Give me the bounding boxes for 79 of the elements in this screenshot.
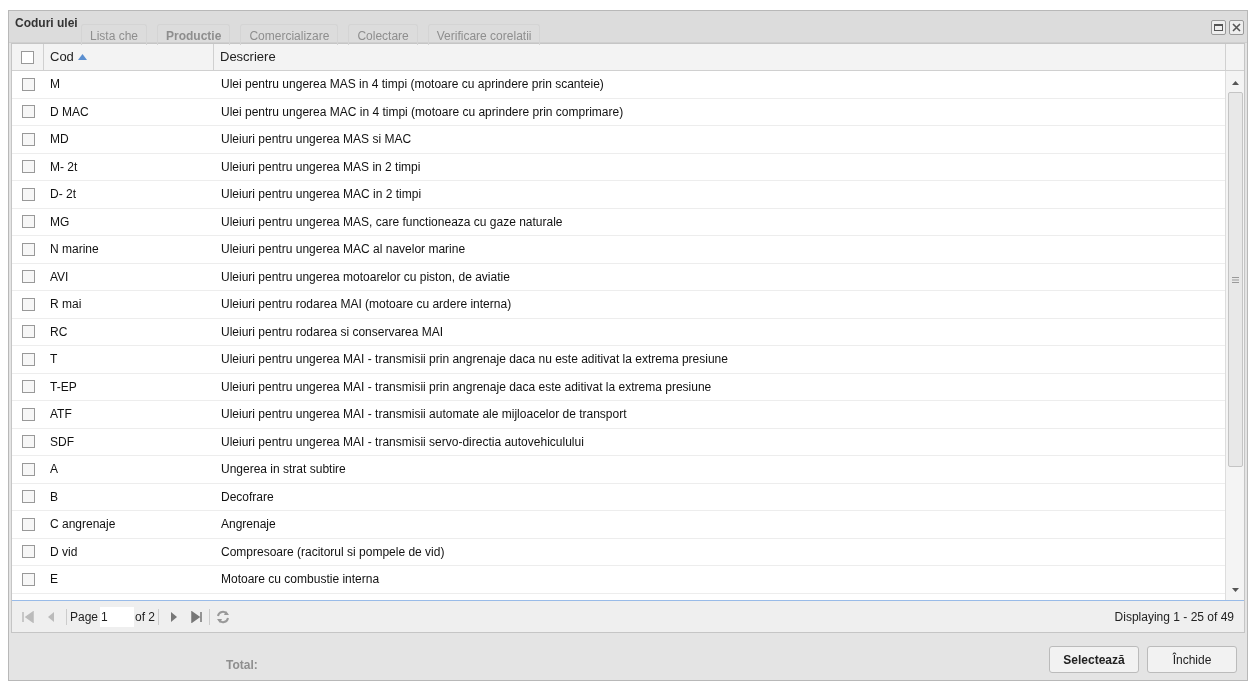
row-checkbox[interactable]: [21, 132, 35, 146]
code-cell-text: D vid: [49, 543, 79, 561]
select-button[interactable]: Selectează: [1049, 646, 1139, 673]
description-cell-text: Uleiuri pentru ungerea MAI - transmisii automate ale mijloacelor de transport: [220, 406, 628, 424]
code-cell-text: D MAC: [49, 103, 90, 121]
row-checkbox[interactable]: [21, 325, 35, 339]
row-checkbox[interactable]: [21, 77, 35, 91]
description-cell-text: Uleiuri pentru ungerea MAS si MAC: [220, 131, 413, 149]
close-button[interactable]: [1229, 20, 1244, 35]
code-cell-text: E: [49, 571, 59, 589]
row-checkbox[interactable]: [21, 160, 35, 174]
page-label: Page: [70, 608, 99, 626]
description-cell-text: Uleiuri pentru ungerea MAI - transmisii servo-directia autovehiculului: [220, 433, 585, 451]
description-cell-text: Ulei pentru ungerea MAS in 4 timpi (motoare cu aprindere prin scanteie): [220, 76, 605, 94]
description-cell-text: Decofrare: [220, 488, 275, 506]
first-page-icon[interactable]: [22, 610, 34, 623]
description-cell-text: Ulei pentru ungerea MAC in 4 timpi (motoare cu aprindere prin comprimare): [220, 103, 625, 121]
description-cell-text: Compresoare (racitorul si pompele de vid): [220, 543, 446, 561]
description-cell-text: Angrenaje: [220, 516, 277, 534]
code-cell-text: N marine: [49, 241, 100, 259]
row-checkbox[interactable]: [21, 105, 35, 119]
row-checkbox[interactable]: [21, 215, 35, 229]
code-cell-text: T: [49, 351, 59, 369]
description-cell-text: Motoare cu combustie interna: [220, 571, 381, 589]
row-checkbox[interactable]: [21, 242, 35, 256]
last-page-icon[interactable]: [191, 610, 204, 623]
code-cell-text: MD: [49, 131, 70, 149]
description-cell-text: Uleiuri pentru ungerea MAS in 2 timpi: [220, 158, 422, 176]
maximize-icon: [1214, 24, 1223, 31]
row-checkbox[interactable]: [21, 435, 35, 449]
description-cell-text: Uleiuri pentru ungerea motoarelor cu piston, de aviatie: [220, 268, 511, 286]
row-checkbox[interactable]: [21, 545, 35, 559]
scrollbar-thumb[interactable]: [1227, 92, 1243, 467]
column-header[interactable]: Descriere: [214, 44, 1225, 70]
description-cell-text: Uleiuri pentru ungerea MAI - transmisii prin angrenaje daca nu este aditivat la extrema presiune: [220, 351, 729, 369]
description-cell-text: Uleiuri pentru ungerea MAI - transmisii prin angrenaje daca este aditivat la extrema presiune: [220, 378, 713, 396]
description-cell-text: Uleiuri pentru rodarea MAI (motoare cu ardere interna): [220, 296, 513, 314]
row-checkbox[interactable]: [21, 297, 35, 311]
maximize-button[interactable]: [1211, 20, 1226, 35]
close-dialog-button[interactable]: Închide: [1147, 646, 1237, 673]
code-cell-text: SDF: [49, 433, 75, 451]
row-checkbox[interactable]: [21, 517, 35, 531]
background-total-label: Total:: [226, 657, 258, 674]
select-all-checkbox[interactable]: [21, 50, 34, 64]
description-cell-text: Uleiuri pentru ungerea MAC al navelor marine: [220, 241, 467, 259]
description-cell-text: Uleiuri pentru ungerea MAC in 2 timpi: [220, 186, 423, 204]
code-cell-text: ATF: [49, 406, 73, 424]
code-cell-text: RC: [49, 323, 69, 341]
refresh-icon[interactable]: [216, 609, 231, 624]
row-checkbox[interactable]: [21, 270, 35, 284]
row-checkbox[interactable]: [21, 187, 35, 201]
paging-info: Displaying 1 - 25 of 49: [1114, 608, 1234, 626]
description-cell-text: Uleiuri pentru ungerea MAS, care functioneaza cu gaze naturale: [220, 213, 564, 231]
row-checkbox[interactable]: [21, 490, 35, 504]
row-checkbox[interactable]: [21, 380, 35, 394]
code-cell-text: D- 2t: [49, 186, 77, 204]
code-cell-text: R mai: [49, 296, 83, 314]
code-cell-text: B: [49, 488, 59, 506]
code-cell-text: M- 2t: [49, 158, 79, 176]
code-cell-text: AVI: [49, 268, 70, 286]
previous-page-icon[interactable]: [46, 610, 56, 623]
page-count-label: of 2: [135, 608, 156, 626]
page-input[interactable]: 1: [100, 606, 135, 627]
column-header[interactable]: Cod: [44, 44, 214, 70]
close-icon: [1232, 23, 1241, 32]
window-title: Coduri ulei: [15, 15, 78, 32]
scrollbar[interactable]: [1225, 71, 1244, 600]
code-cell-text: C angrenaje: [49, 516, 117, 534]
row-checkbox[interactable]: [21, 352, 35, 366]
row-checkbox[interactable]: [21, 462, 35, 476]
description-cell-text: Ungerea in strat subtire: [220, 461, 347, 479]
row-checkbox[interactable]: [21, 407, 35, 421]
code-cell-text: A: [49, 461, 59, 479]
code-cell-text: M: [49, 76, 61, 94]
code-cell-text: T-EP: [49, 378, 78, 396]
code-cell-text: MG: [49, 213, 71, 231]
grip-icon: [1231, 276, 1239, 283]
row-checkbox[interactable]: [21, 572, 35, 586]
description-cell-text: Uleiuri pentru rodarea si conservarea MAI: [220, 323, 445, 341]
